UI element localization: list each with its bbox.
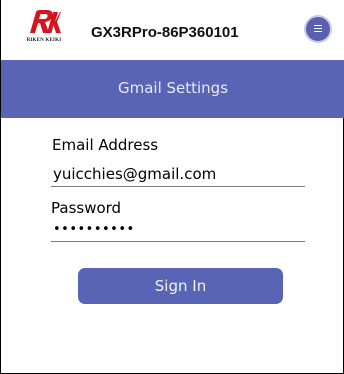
sign-in-button[interactable]: Sign In	[78, 268, 283, 304]
page-title: Gmail Settings	[117, 79, 229, 97]
email-label: Email Address	[52, 136, 159, 154]
menu-button[interactable]	[306, 17, 330, 41]
device-name: GX3RPro-86P360101	[91, 24, 239, 41]
password-label: Password	[51, 199, 122, 217]
top-bar: RIKEN KEIKI GX3RPro-86P360101	[1, 0, 344, 60]
password-field[interactable]	[51, 220, 305, 242]
menu-icon	[314, 25, 322, 33]
logo-text: RIKEN KEIKI	[26, 38, 62, 43]
email-field[interactable]	[51, 163, 305, 187]
brand-logo: RIKEN KEIKI	[27, 9, 61, 49]
page-header: Gmail Settings	[1, 60, 344, 118]
riken-keiki-logo-icon	[30, 10, 61, 33]
app-frame: RIKEN KEIKI GX3RPro-86P360101 Gmail Sett…	[0, 0, 344, 374]
